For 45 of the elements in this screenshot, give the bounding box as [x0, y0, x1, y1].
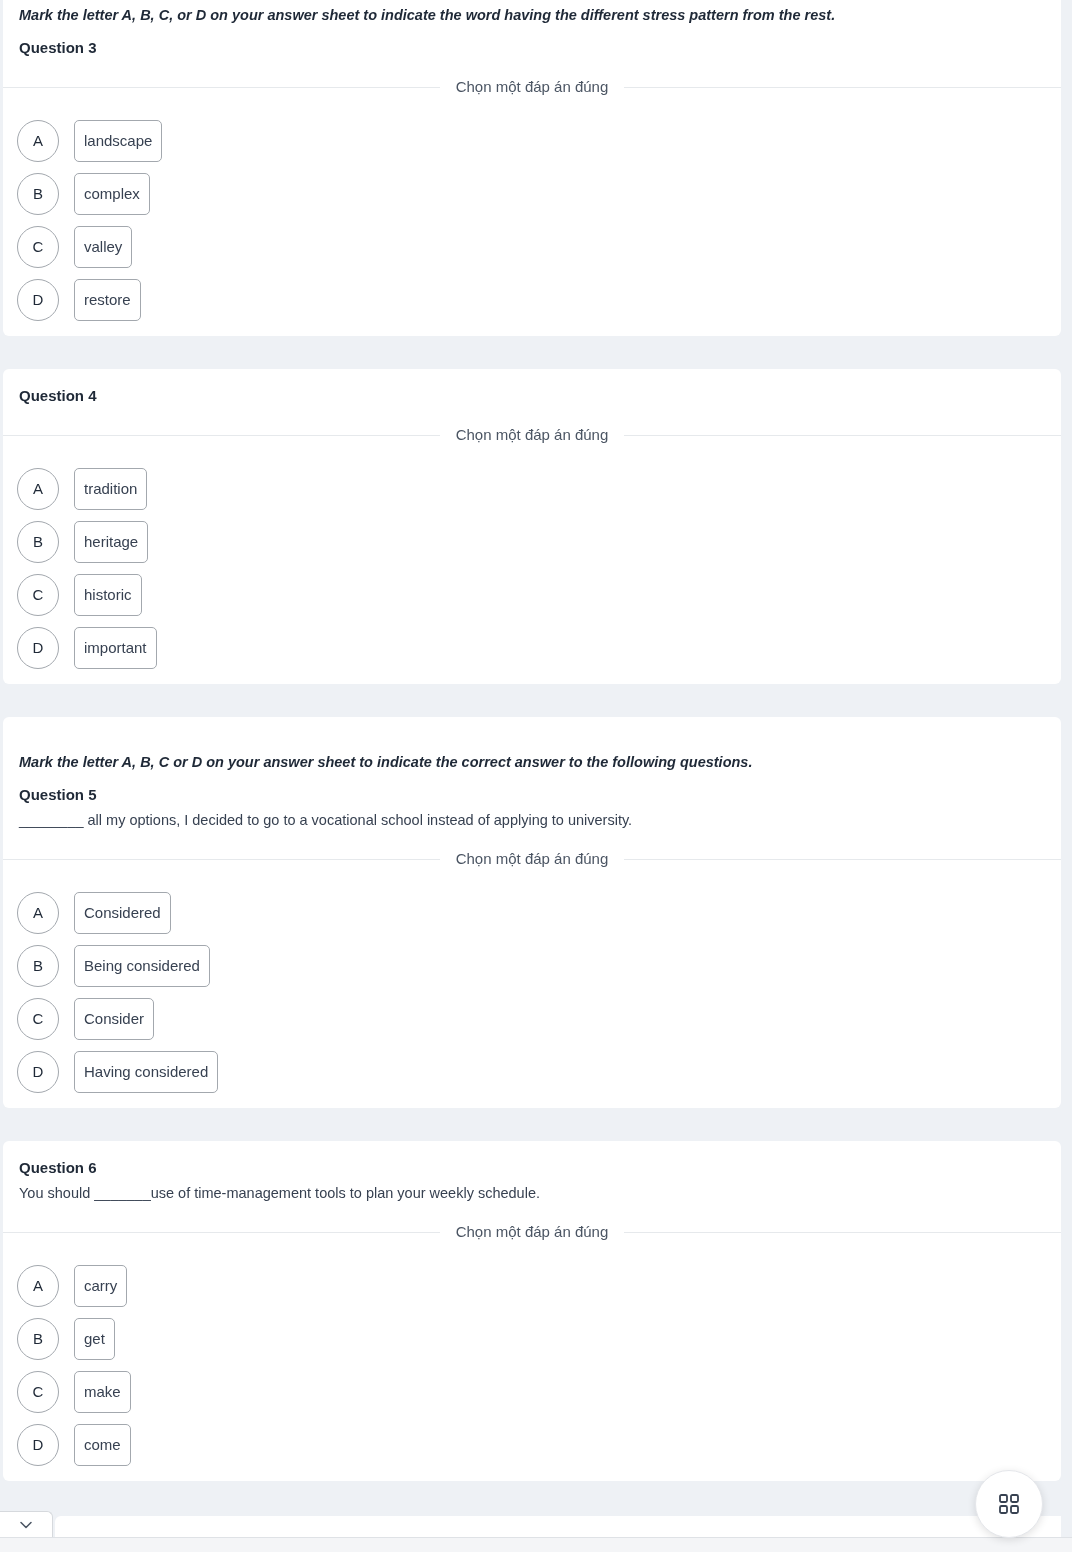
instruction-text: Mark the letter A, B, C, or D on your answer sheet to indicate the word having the different stress pattern from the rest.	[18, 6, 837, 25]
question-title: Question 3	[18, 38, 98, 58]
choice-instruction: Chọn một đáp án đúng	[454, 1222, 610, 1242]
question-text: You should _______use of time-management tools to plan your weekly schedule.	[18, 1184, 541, 1203]
choice-instruction: Chọn một đáp án đúng	[454, 425, 610, 445]
choice-letter[interactable]: D	[17, 627, 59, 669]
choice-instruction: Chọn một đáp án đúng	[454, 849, 610, 869]
answer-option[interactable]: get	[74, 1318, 115, 1360]
answer-option[interactable]: restore	[74, 279, 141, 321]
question-title: Question 4	[18, 386, 98, 406]
answer-option[interactable]: heritage	[74, 521, 149, 563]
choice-letter[interactable]: C	[17, 998, 59, 1040]
answer-option[interactable]: complex	[74, 173, 150, 215]
choice-letter[interactable]: A	[17, 468, 59, 510]
answer-option[interactable]: Consider	[74, 998, 155, 1040]
choice-instruction: Chọn một đáp án đúng	[454, 77, 610, 97]
instruction-text: Mark the letter A, B, C or D on your answer sheet to indicate the correct answer to the following questions.	[18, 753, 754, 772]
choice-letter[interactable]: A	[17, 892, 59, 934]
answer-option[interactable]: carry	[74, 1265, 128, 1307]
choice-letter[interactable]: A	[17, 1265, 59, 1307]
answer-option[interactable]: Considered	[74, 892, 171, 934]
question-title: Question 5	[18, 785, 98, 805]
choice-letter[interactable]: D	[17, 1424, 59, 1466]
choice-letter[interactable]: B	[17, 1318, 59, 1360]
answer-option[interactable]: Having considered	[74, 1051, 219, 1093]
choice-letter[interactable]: C	[17, 1371, 59, 1413]
question-text: ________ all my options, I decided to go to a vocational school instead of applying to university.	[17, 811, 634, 830]
choice-letter[interactable]: C	[17, 574, 59, 616]
choice-letter[interactable]: A	[17, 120, 59, 162]
answer-option[interactable]: landscape	[74, 120, 163, 162]
answer-option[interactable]: Being considered	[74, 945, 210, 987]
grid-icon	[999, 1494, 1019, 1514]
answer-option[interactable]: valley	[74, 226, 133, 268]
choice-letter[interactable]: B	[17, 173, 59, 215]
answer-option[interactable]: tradition	[74, 468, 148, 510]
choice-letter[interactable]: B	[17, 521, 59, 563]
answer-option[interactable]: historic	[74, 574, 142, 616]
answer-option[interactable]: make	[74, 1371, 131, 1413]
answer-option[interactable]: important	[74, 627, 157, 669]
choice-letter[interactable]: C	[17, 226, 59, 268]
answer-option[interactable]: come	[74, 1424, 131, 1466]
choice-letter[interactable]: B	[17, 945, 59, 987]
choice-letter[interactable]: D	[17, 279, 59, 321]
choice-letter[interactable]: D	[17, 1051, 59, 1093]
question-title: Question 6	[18, 1158, 98, 1178]
